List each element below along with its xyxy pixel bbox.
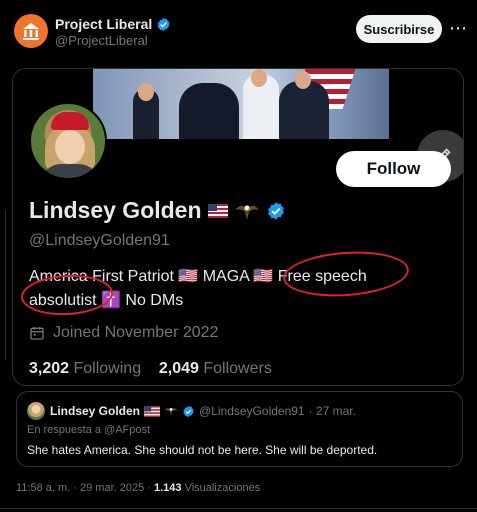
author-name-text: Project Liberal — [55, 16, 153, 32]
post-author-name[interactable]: Project Liberal — [55, 16, 171, 32]
post-time[interactable]: 11:58 a. m. — [16, 482, 70, 494]
quote-avatar[interactable] — [27, 402, 45, 420]
banner-figure-head — [295, 71, 311, 89]
post-author-handle[interactable]: @ProjectLiberal — [55, 33, 148, 48]
quote-reply-to: En respuesta a @AFpost — [27, 424, 151, 436]
joined-date: Joined November 2022 — [29, 324, 218, 342]
post-date[interactable]: · 29 mar. 2025 · — [73, 482, 151, 494]
us-flag-icon — [144, 405, 160, 417]
quote-text: She hates America. She should not be her… — [27, 443, 378, 457]
follow-button[interactable]: Follow — [336, 151, 451, 187]
profile-avatar[interactable] — [29, 102, 107, 180]
us-flag-icon — [207, 203, 228, 218]
quoted-post[interactable]: Lindsey Golden @LindseyGolden91 · 27 mar… — [16, 391, 463, 467]
subscribe-button[interactable]: Suscribirse — [356, 15, 442, 43]
following-count: 3,202 — [29, 360, 70, 377]
joined-text: Joined November 2022 — [53, 324, 219, 341]
more-options-icon[interactable]: ⋯ — [448, 17, 468, 39]
followers-count: 2,049 — [158, 360, 199, 377]
following-link[interactable]: 3,202 Following — [29, 360, 141, 377]
post-timestamp-views: 11:58 a. m. · 29 mar. 2025 · 1.143 Visua… — [16, 482, 260, 494]
columns-icon — [23, 23, 39, 40]
post-header: Project Liberal @ProjectLiberal Suscribi… — [0, 0, 477, 60]
avatar-face — [55, 130, 85, 164]
views-count: 1.143 — [154, 482, 182, 494]
following-label: Following — [73, 360, 142, 377]
followers-link[interactable]: 2,049 Followers — [159, 360, 272, 377]
profile-name: Lindsey Golden — [29, 197, 286, 224]
eagle-icon — [234, 205, 259, 220]
profile-screenshot-card[interactable]: Follow Lindsey Golden @LindseyGolden91 A… — [12, 68, 464, 386]
banner-figure-head — [251, 69, 267, 87]
banner-figure — [179, 83, 239, 139]
verified-icon — [183, 405, 194, 417]
views-label: Visualizaciones — [184, 482, 261, 494]
avatar-red-hat — [51, 112, 89, 130]
quote-author-name[interactable]: Lindsey Golden — [50, 404, 140, 418]
eagle-icon — [164, 408, 178, 416]
profile-handle: @LindseyGolden91 — [29, 232, 170, 249]
verified-icon — [267, 201, 284, 220]
profile-banner — [93, 69, 389, 139]
followers-label: Followers — [203, 360, 272, 377]
left-edge-divider — [0, 210, 6, 360]
divider — [0, 508, 477, 509]
follow-stats: 3,202 Following 2,049 Followers — [29, 360, 272, 378]
project-liberal-logo[interactable] — [14, 14, 48, 48]
quote-header: Lindsey Golden @LindseyGolden91 · 27 mar… — [50, 404, 356, 418]
profile-name-text: Lindsey Golden — [29, 197, 202, 223]
banner-figure — [279, 81, 329, 139]
quote-date[interactable]: · 27 mar. — [309, 404, 356, 418]
verified-icon — [157, 17, 170, 31]
banner-figure-head — [138, 83, 154, 101]
quote-author-handle[interactable]: @LindseyGolden91 — [199, 404, 305, 418]
calendar-icon — [30, 327, 44, 340]
